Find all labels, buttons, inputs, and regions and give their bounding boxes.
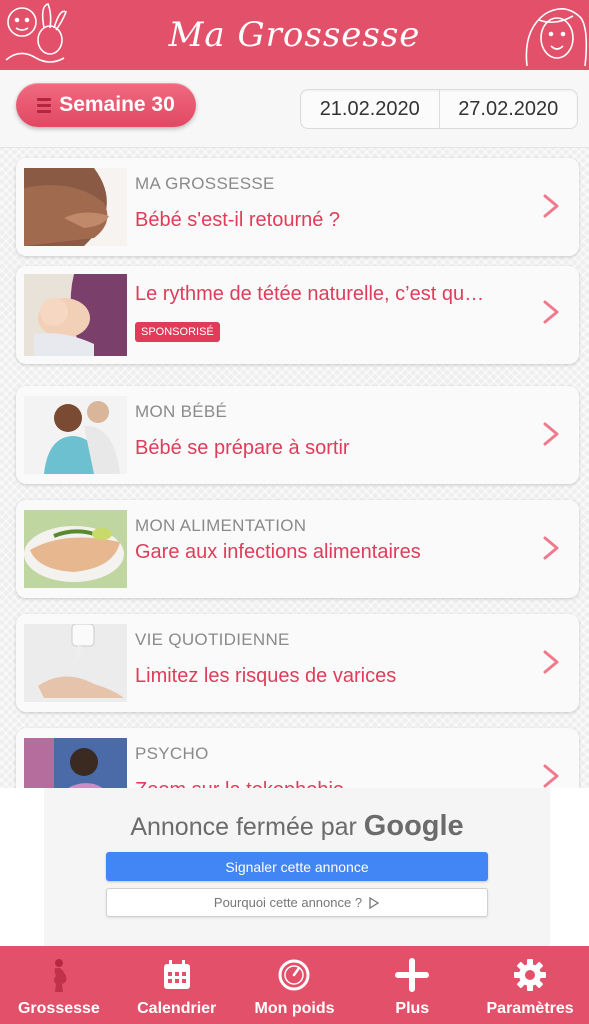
calendar-icon (163, 960, 190, 989)
chevron-right-icon (543, 650, 559, 674)
chevron-right-icon (543, 764, 559, 788)
date-range: 21.02.2020 27.02.2020 (300, 89, 578, 129)
fish-dish-photo (24, 510, 127, 588)
app-title: Ma Grossesse (168, 15, 421, 55)
plus-icon (395, 958, 430, 992)
scale-icon (278, 959, 310, 991)
nav-item-calendrier[interactable]: Calendrier (118, 946, 236, 1024)
chevron-right-icon (543, 300, 559, 324)
app-header: Ma Grossesse (0, 0, 589, 70)
article-title: Bébé s'est-il retourné ? (135, 209, 341, 231)
bottom-nav: Grossesse Calendrier Mon poids Plus Para… (0, 946, 589, 1024)
pregnant-belly-photo (24, 168, 127, 246)
menu-icon (37, 97, 52, 113)
article-card[interactable]: MON ALIMENTATION Gare aux infections ali… (16, 500, 579, 598)
why-this-ad-label: Pourquoi cette annonce ? (213, 895, 363, 910)
article-card[interactable]: PSYCHO Zoom sur la tokophobie (16, 728, 579, 788)
ad-container: Annonce fermée par Google Signaler cette… (0, 788, 589, 946)
article-card[interactable]: MON BÉBÉ Bébé se prépare à sortir (16, 386, 579, 484)
sponsored-card[interactable]: Le rythme de tétée naturelle, c’est qu… … (16, 266, 579, 364)
article-category: MA GROSSESSE (135, 174, 275, 193)
nav-label: Calendrier (137, 1000, 217, 1017)
week-toolbar: Semaine 30 21.02.2020 27.02.2020 (0, 70, 589, 148)
ad-closed-label: Annonce fermée par (130, 813, 357, 841)
article-card[interactable]: MA GROSSESSE Bébé s'est-il retourné ? (16, 158, 579, 256)
nav-label: Grossesse (17, 1000, 100, 1017)
article-card[interactable]: VIE QUOTIDIENNE Limitez les risques de v… (16, 614, 579, 712)
article-category: MON ALIMENTATION (135, 516, 307, 535)
mother-illustration-icon (525, 8, 588, 67)
breastfeeding-photo (24, 274, 127, 356)
article-title: Bébé se prépare à sortir (135, 437, 350, 459)
adchoices-icon (369, 896, 380, 909)
why-this-ad-button[interactable]: Pourquoi cette annonce ? (106, 888, 488, 917)
report-ad-button[interactable]: Signaler cette annonce (106, 852, 488, 881)
article-title: Zoom sur la tokophobie (135, 778, 535, 788)
chevron-right-icon (543, 194, 559, 218)
article-list: MA GROSSESSE Bébé s'est-il retourné ? Le… (0, 148, 589, 788)
nav-item-grossesse[interactable]: Grossesse (0, 946, 118, 1024)
date-end[interactable]: 27.02.2020 (438, 90, 578, 128)
sponsored-badge: SPONSORISÉ (135, 322, 220, 342)
pregnant-woman-icon (53, 959, 67, 992)
anxious-woman-photo (24, 738, 127, 788)
chevron-right-icon (543, 536, 559, 560)
nav-label: Paramètres (486, 1000, 574, 1017)
gear-icon (514, 959, 547, 991)
article-category: MON BÉBÉ (135, 402, 228, 421)
article-title: Le rythme de tétée naturelle, c’est qu… (135, 283, 485, 305)
article-title: Gare aux infections alimentaires (135, 541, 421, 563)
week-label: Semaine 30 (59, 93, 175, 116)
google-logo: Google (363, 810, 464, 842)
nav-label: Plus (395, 1000, 430, 1017)
chevron-right-icon (543, 422, 559, 446)
baby-bunny-illustration-icon (5, 3, 67, 63)
nav-label: Mon poids (254, 1000, 335, 1017)
week-selector-button[interactable]: Semaine 30 (16, 83, 196, 127)
article-category: PSYCHO (135, 744, 209, 763)
article-title: Limitez les risques de varices (135, 665, 397, 687)
date-start[interactable]: 21.02.2020 (301, 90, 439, 128)
couple-ultrasound-photo (24, 396, 127, 474)
ad-closed-text: Annonce fermée par Google (44, 810, 550, 843)
nav-item-mon-poids[interactable]: Mon poids (236, 946, 354, 1024)
nav-item-parametres[interactable]: Paramètres (471, 946, 589, 1024)
nav-item-plus[interactable]: Plus (353, 946, 471, 1024)
cream-hand-photo (24, 624, 127, 702)
ad-panel: Annonce fermée par Google Signaler cette… (44, 788, 550, 946)
article-category: VIE QUOTIDIENNE (135, 630, 290, 649)
